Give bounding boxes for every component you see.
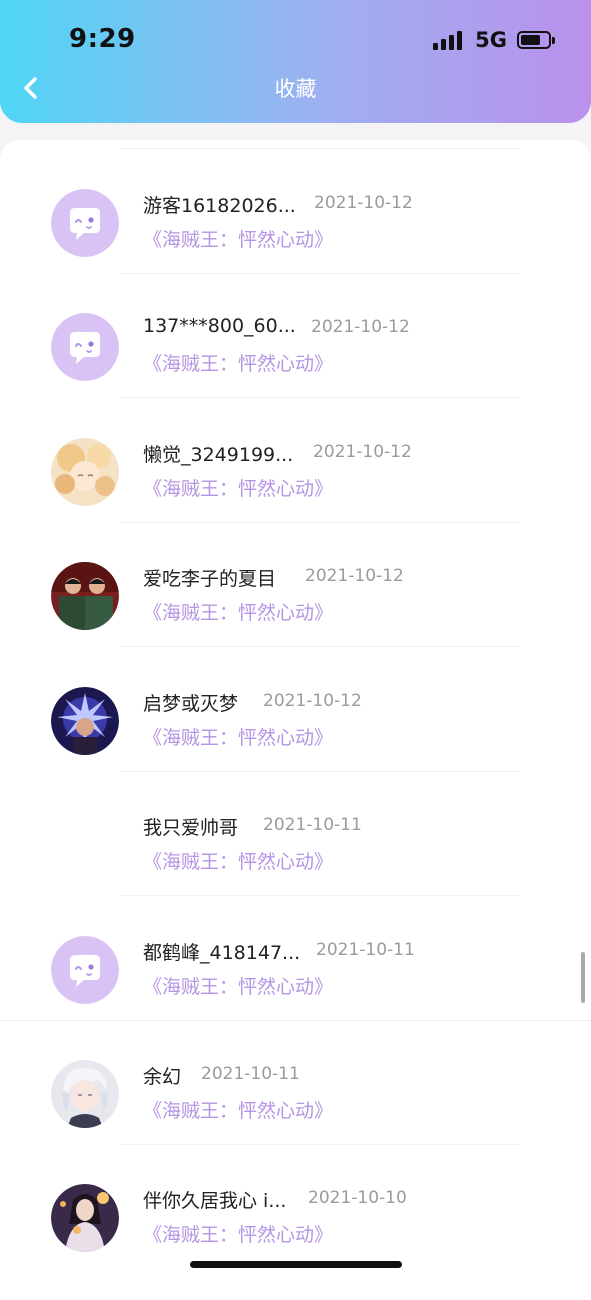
avatar	[51, 562, 119, 630]
status-icons: 5G	[433, 27, 555, 53]
user-name: 余幻	[143, 1066, 182, 1088]
avatar	[51, 189, 119, 257]
chat-bubble-avatar-icon	[51, 313, 119, 381]
chat-bubble-avatar-icon	[51, 189, 119, 257]
user-name: 都鹤峰_418147...	[143, 942, 301, 964]
page-title: 收藏	[274, 77, 317, 101]
list-item[interactable]: 游客16182026... 2021-10-12 《海贼王：怦然心动》	[0, 140, 591, 264]
avatar	[51, 313, 119, 381]
avatar	[51, 1184, 119, 1252]
battery-icon	[517, 31, 555, 49]
favorite-date: 2021-10-12	[263, 691, 362, 711]
user-photo-avatar	[51, 438, 119, 506]
user-photo-avatar	[51, 562, 119, 630]
status-time: 9:29	[69, 24, 136, 54]
work-title[interactable]: 《海贼王：怦然心动》	[143, 225, 333, 252]
favorite-date: 2021-10-11	[263, 815, 362, 835]
list-item[interactable]: 余幻 2021-10-11 《海贼王：怦然心动》	[0, 1011, 591, 1135]
work-title[interactable]: 《海贼王：怦然心动》	[143, 847, 333, 874]
user-name: 懒觉_3249199...	[143, 444, 294, 466]
network-type: 5G	[475, 28, 507, 52]
user-name: 我只爱帅哥	[143, 817, 239, 839]
list-item[interactable]: 启梦或灭梦 2021-10-12 《海贼王：怦然心动》	[0, 638, 591, 762]
list-item[interactable]: 伴你久居我心 i... 2021-10-10 《海贼王：怦然心动》	[0, 1135, 591, 1259]
work-title[interactable]: 《海贼王：怦然心动》	[143, 474, 333, 501]
work-title[interactable]: 《海贼王：怦然心动》	[143, 972, 333, 999]
signal-icon	[433, 30, 465, 50]
list-item[interactable]: 都鹤峰_418147... 2021-10-11 《海贼王：怦然心动》	[0, 887, 591, 1011]
scrollbar[interactable]	[581, 952, 585, 1003]
user-photo-avatar	[51, 687, 119, 755]
home-indicator[interactable]	[190, 1261, 402, 1268]
user-name: 爱吃李子的夏目	[143, 568, 277, 590]
avatar	[51, 687, 119, 755]
avatar-empty	[51, 811, 119, 879]
favorite-date: 2021-10-11	[316, 940, 415, 960]
avatar	[51, 438, 119, 506]
user-name: 启梦或灭梦	[143, 693, 239, 715]
favorite-date: 2021-10-12	[305, 566, 404, 586]
favorites-list: 游客16182026... 2021-10-12 《海贼王：怦然心动》 137*…	[0, 140, 591, 1300]
work-title[interactable]: 《海贼王：怦然心动》	[143, 598, 333, 625]
avatar	[51, 1060, 119, 1128]
list-item[interactable]: 懒觉_3249199... 2021-10-12 《海贼王：怦然心动》	[0, 389, 591, 513]
work-title[interactable]: 《海贼王：怦然心动》	[143, 1096, 333, 1123]
work-title[interactable]: 《海贼王：怦然心动》	[143, 349, 333, 376]
work-title[interactable]: 《海贼王：怦然心动》	[143, 1220, 333, 1247]
user-name: 137***800_60...	[143, 315, 296, 337]
list-item[interactable]: 137***800_60... 2021-10-12 《海贼王：怦然心动》	[0, 264, 591, 388]
work-title[interactable]: 《海贼王：怦然心动》	[143, 723, 333, 750]
favorite-date: 2021-10-11	[201, 1064, 300, 1084]
header: 9:29 5G 收藏	[0, 0, 591, 123]
list-item[interactable]: 爱吃李子的夏目 2021-10-12 《海贼王：怦然心动》	[0, 513, 591, 637]
user-name: 游客16182026...	[143, 195, 296, 217]
favorite-date: 2021-10-10	[308, 1188, 407, 1208]
avatar	[51, 936, 119, 1004]
list-item[interactable]: 我只爱帅哥 2021-10-11 《海贼王：怦然心动》	[0, 762, 591, 886]
chat-bubble-avatar-icon	[51, 936, 119, 1004]
favorite-date: 2021-10-12	[313, 442, 412, 462]
user-photo-avatar	[51, 1060, 119, 1128]
user-name: 伴你久居我心 i...	[143, 1190, 287, 1212]
user-photo-avatar	[51, 1184, 119, 1252]
favorite-date: 2021-10-12	[311, 317, 410, 337]
favorite-date: 2021-10-12	[314, 193, 413, 213]
